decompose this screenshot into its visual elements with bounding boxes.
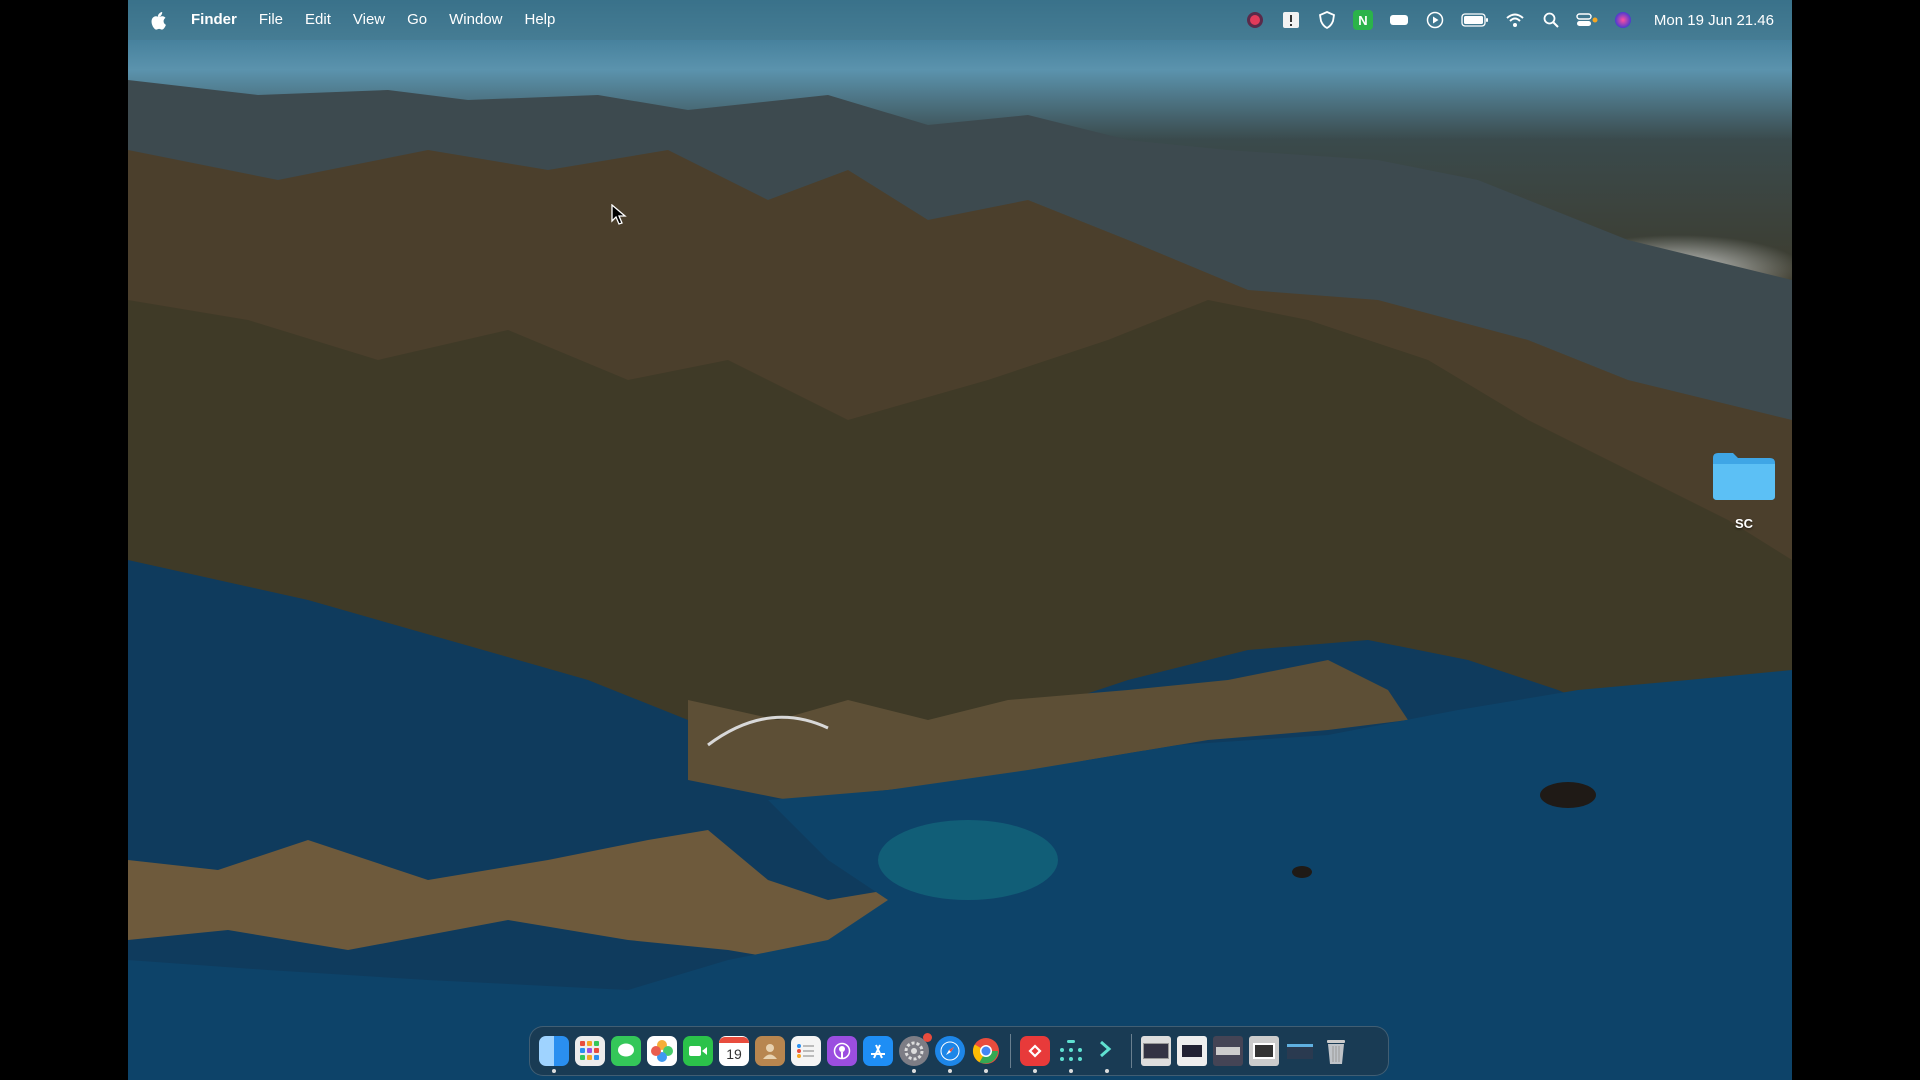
screenshot-icon[interactable] xyxy=(1141,1036,1171,1066)
svg-text:N: N xyxy=(1358,13,1367,28)
dots-icon[interactable] xyxy=(1056,1036,1086,1073)
folder-label: SC xyxy=(1734,516,1754,531)
reminders-icon[interactable] xyxy=(791,1036,821,1066)
apple-menu-icon[interactable] xyxy=(148,10,168,30)
n-app-icon[interactable]: N xyxy=(1352,9,1374,31)
record-icon[interactable] xyxy=(1244,9,1266,31)
facetime-icon[interactable] xyxy=(683,1036,713,1066)
anydesk-icon[interactable] xyxy=(1020,1036,1050,1073)
screenshot-icon[interactable] xyxy=(1285,1036,1315,1066)
mouse-cursor-icon xyxy=(611,204,627,225)
shield-icon[interactable] xyxy=(1316,9,1338,31)
app-store-icon[interactable] xyxy=(863,1036,893,1066)
dock-separator xyxy=(1010,1034,1011,1068)
calendar-icon[interactable]: 19 xyxy=(719,1036,749,1066)
menu-window[interactable]: Window xyxy=(438,0,513,40)
launchpad-icon[interactable] xyxy=(575,1036,605,1066)
control-center-icon[interactable] xyxy=(1576,9,1598,31)
menubar-clock[interactable]: Mon 19 Jun 21.46 xyxy=(1654,12,1774,29)
photos-icon[interactable] xyxy=(647,1036,677,1066)
notes-icon[interactable] xyxy=(1280,9,1302,31)
screenshot-icon[interactable] xyxy=(1177,1036,1207,1066)
play-circle-icon[interactable] xyxy=(1424,9,1446,31)
dock-separator xyxy=(1131,1034,1132,1068)
battery-icon[interactable] xyxy=(1460,9,1490,31)
dock: 19 xyxy=(529,1026,1389,1076)
calendar-day: 19 xyxy=(726,1046,742,1062)
folder-icon xyxy=(1711,450,1777,502)
siri-icon[interactable] xyxy=(1612,9,1634,31)
menu-app-name[interactable]: Finder xyxy=(180,0,248,40)
menu-bar: Finder File Edit View Go Window Help N M… xyxy=(128,0,1792,40)
menu-edit[interactable]: Edit xyxy=(294,0,342,40)
finder-icon[interactable] xyxy=(539,1036,569,1073)
podcasts-icon[interactable] xyxy=(827,1036,857,1066)
wallpaper xyxy=(128,80,1792,1080)
screenshot-icon[interactable] xyxy=(1249,1036,1279,1066)
terminal-icon[interactable] xyxy=(1092,1036,1122,1073)
wifi-icon[interactable] xyxy=(1504,9,1526,31)
desktop: Finder File Edit View Go Window Help N M… xyxy=(128,0,1792,1080)
safari-icon[interactable] xyxy=(935,1036,965,1073)
menu-go[interactable]: Go xyxy=(396,0,438,40)
screenshot-icon[interactable] xyxy=(1213,1036,1243,1066)
menu-file[interactable]: File xyxy=(248,0,294,40)
messages-icon[interactable] xyxy=(611,1036,641,1066)
search-icon[interactable] xyxy=(1540,9,1562,31)
desktop-folder[interactable]: SC xyxy=(1700,450,1788,531)
contacts-icon[interactable] xyxy=(755,1036,785,1066)
trash-icon[interactable] xyxy=(1321,1036,1351,1066)
menu-view[interactable]: View xyxy=(342,0,396,40)
menu-help[interactable]: Help xyxy=(514,0,567,40)
chrome-icon[interactable] xyxy=(971,1036,1001,1073)
game-controller-icon[interactable] xyxy=(1388,9,1410,31)
settings-icon[interactable] xyxy=(899,1033,932,1073)
